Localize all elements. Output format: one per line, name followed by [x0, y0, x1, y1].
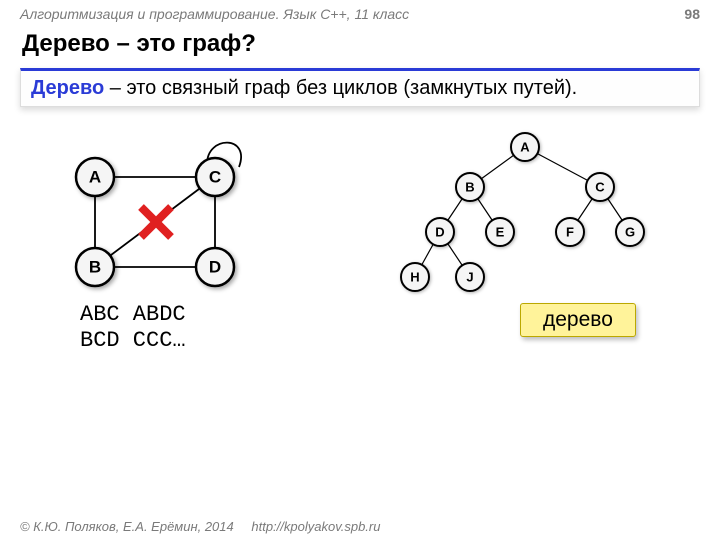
footer: © К.Ю. Поляков, Е.А. Ерёмин, 2014 http:/… — [20, 519, 380, 534]
page-title: Дерево – это граф? — [0, 22, 720, 64]
node-b-label: B — [89, 258, 101, 277]
tnode-g-label: G — [625, 225, 635, 240]
tnode-f-label: F — [566, 225, 574, 240]
header-bar: Алгоритмизация и программирование. Язык … — [0, 0, 720, 22]
node-a-label: A — [89, 168, 101, 187]
cycles-line2: BCD CCC… — [80, 328, 186, 354]
tnode-j-label: J — [466, 270, 473, 285]
tnode-a-label: A — [520, 140, 530, 155]
tnode-e-label: E — [496, 225, 505, 240]
footer-url: http://kpolyakov.spb.ru — [251, 519, 380, 534]
tree-graph: A B C D E F G H J — [395, 127, 695, 317]
tree-callout: дерево — [520, 303, 636, 337]
course-title: Алгоритмизация и программирование. Язык … — [20, 6, 409, 22]
tnode-b-label: B — [465, 180, 474, 195]
footer-copyright: © К.Ю. Поляков, Е.А. Ерёмин, 2014 — [20, 519, 234, 534]
content-area: A C B D ABC ABDC BCD CCC… A B C D — [0, 107, 720, 477]
tnode-h-label: H — [410, 270, 419, 285]
definition-box: Дерево – это связный граф без циклов (за… — [20, 68, 700, 107]
definition-term: Дерево — [31, 77, 104, 99]
cycles-line1: ABC ABDC — [80, 302, 186, 328]
tnode-d-label: D — [435, 225, 444, 240]
definition-text: – это связный граф без циклов (замкнутых… — [104, 77, 577, 99]
cross-icon — [141, 207, 171, 237]
cycle-list: ABC ABDC BCD CCC… — [80, 302, 186, 355]
page-number: 98 — [684, 6, 700, 22]
cyclic-graph: A C B D — [55, 137, 275, 307]
node-d-label: D — [209, 258, 221, 277]
node-c-label: C — [209, 168, 221, 187]
tnode-c-label: C — [595, 180, 605, 195]
